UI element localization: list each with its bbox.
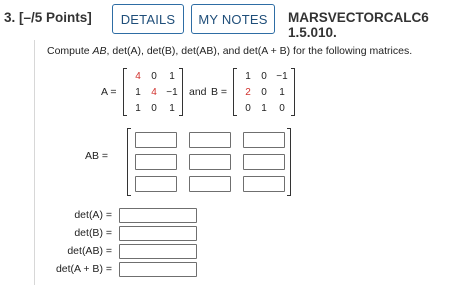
matrix-a-entry-1-0: 1 [135, 87, 141, 98]
ab-entry-input-2-1[interactable] [189, 176, 231, 192]
matrix-a-entry-2-2: 1 [169, 103, 175, 114]
matrix-b-entry-1-1: 0 [261, 87, 267, 98]
ab-entry-input-1-1[interactable] [189, 154, 231, 170]
prompt-item-det-ab: det(AB) [181, 45, 217, 57]
matrix-b-entry-1-2: 1 [279, 87, 285, 98]
matrix-b-left-bracket [233, 68, 237, 116]
prompt-item-ab: AB [92, 45, 107, 57]
ab-entry-input-2-0[interactable] [135, 176, 177, 192]
ab-entry-input-1-2[interactable] [243, 154, 285, 170]
ab-answer-matrix [127, 128, 291, 196]
matrix-a-left-bracket [123, 68, 127, 116]
question-body: Compute AB, det(A), det(B), det(AB), and… [34, 40, 474, 285]
question-title: 3. [–/5 Points] [4, 10, 92, 25]
matrix-b-entry-2-2: 0 [279, 103, 285, 114]
determinant-input-2[interactable] [119, 244, 197, 259]
prompt-item-det-b: det(B) [146, 45, 176, 57]
matrix-b-entry-2-1: 1 [261, 103, 267, 114]
determinant-label-2: det(AB) = [67, 245, 112, 257]
determinant-label-3: det(A + B) = [55, 263, 112, 275]
matrix-connector: and [189, 86, 207, 98]
determinant-label-1: det(B) = [74, 227, 112, 239]
determinant-input-0[interactable] [119, 208, 197, 223]
matrix-b-entry-0-2: −1 [276, 71, 288, 82]
matrix-a-entry-0-2: 1 [169, 71, 175, 82]
matrix-a-entry-0-0: 4 [135, 71, 141, 82]
ab-entry-input-1-0[interactable] [135, 154, 177, 170]
matrix-a: 4 0 1 1 4 −1 1 0 1 [123, 68, 183, 116]
determinant-label-0: det(A) = [74, 209, 112, 221]
my-notes-button[interactable]: MY NOTES [191, 4, 275, 34]
matrix-b-entry-0-0: 1 [245, 71, 251, 82]
matrix-b-entry-1-0: 2 [245, 87, 251, 98]
ab-right-bracket [287, 128, 291, 196]
determinant-input-3[interactable] [119, 262, 197, 277]
details-button[interactable]: DETAILS [112, 4, 184, 34]
prompt-item-det-a-plus-b: det(A + B) [243, 45, 291, 57]
question-number: 3. [4, 10, 16, 25]
matrix-b-entry-2-0: 0 [245, 103, 251, 114]
matrix-a-entry-1-2: −1 [166, 87, 178, 98]
matrix-b-entry-0-1: 0 [261, 71, 267, 82]
matrix-a-right-bracket [179, 68, 183, 116]
matrix-a-entry-2-1: 0 [151, 103, 157, 114]
question-points: [–/5 Points] [19, 10, 92, 25]
ab-entry-input-0-1[interactable] [189, 132, 231, 148]
ab-left-bracket [127, 128, 131, 196]
question-header: 3. [–/5 Points] DETAILS MY NOTES MARSVEC… [0, 0, 474, 40]
matrix-b: 1 0 −1 2 0 1 0 1 0 [233, 68, 295, 116]
matrix-b-label: B = [211, 86, 228, 98]
prompt-text: Compute AB, det(A), det(B), det(AB), and… [47, 45, 413, 57]
ab-label: AB = [85, 150, 109, 162]
ab-entry-input-0-2[interactable] [243, 132, 285, 148]
determinant-input-1[interactable] [119, 226, 197, 241]
question-source: MARSVECTORCALC6 1.5.010. [288, 10, 429, 40]
matrix-a-label: A = [101, 86, 117, 98]
ab-entry-input-0-0[interactable] [135, 132, 177, 148]
matrix-a-entry-0-1: 0 [151, 71, 157, 82]
matrix-b-right-bracket [291, 68, 295, 116]
prompt-item-det-a: det(A) [112, 45, 141, 57]
ab-entry-input-2-2[interactable] [243, 176, 285, 192]
matrix-a-entry-1-1: 4 [151, 87, 157, 98]
matrix-a-entry-2-0: 1 [135, 103, 141, 114]
